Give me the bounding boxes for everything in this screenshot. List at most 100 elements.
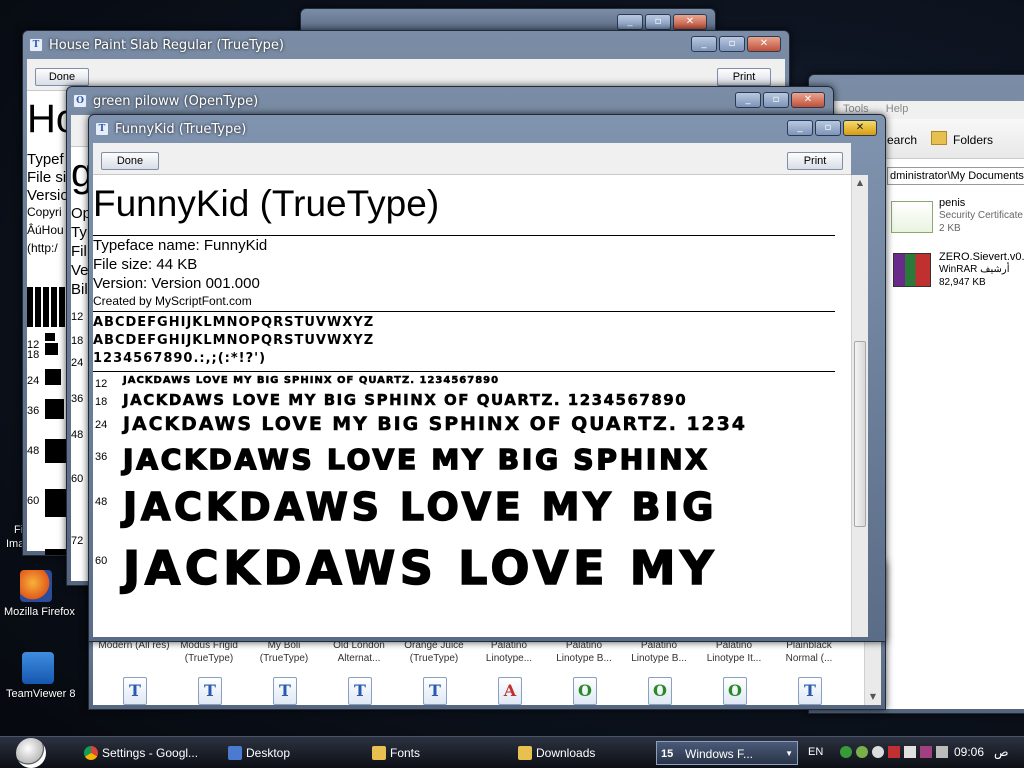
size-label: 36 bbox=[27, 405, 40, 417]
address-text: dministrator\My Documents\D bbox=[890, 170, 1024, 182]
scroll-up-icon[interactable]: ▲ bbox=[852, 175, 868, 191]
done-button[interactable]: Done bbox=[35, 68, 89, 86]
sample-text: JACKDAWS LOVE MY bbox=[122, 540, 718, 596]
size-label: 24 bbox=[95, 418, 108, 431]
font-item-label[interactable]: Palatino Linotype... bbox=[472, 639, 546, 667]
size-label: 24 bbox=[27, 375, 40, 387]
file-size: 82,947 KB bbox=[939, 277, 986, 288]
volume-icon[interactable] bbox=[936, 746, 948, 758]
font-file-icon[interactable]: O bbox=[723, 677, 747, 705]
folder-icon bbox=[372, 746, 386, 760]
scroll-down-icon[interactable]: ▼ bbox=[865, 689, 881, 705]
maximize-button[interactable]: ▫ bbox=[719, 36, 745, 52]
info-line: (http:/ bbox=[27, 241, 58, 255]
window-controls: _ ▫ ✕ bbox=[735, 92, 825, 108]
font-item-label[interactable]: My Boli (TrueType) bbox=[247, 639, 321, 667]
font-item-label[interactable]: Old London Alternat... bbox=[322, 639, 396, 667]
taskbar-item-downloads[interactable]: Downloads bbox=[516, 741, 646, 765]
taskbar-item-fonts[interactable]: Fonts bbox=[370, 741, 500, 765]
shield-icon[interactable] bbox=[904, 746, 916, 758]
font-item-label[interactable]: Palatino Linotype It... bbox=[697, 639, 771, 667]
sample-glyph bbox=[45, 343, 58, 355]
print-button[interactable]: Print bbox=[717, 68, 771, 86]
security-icon[interactable] bbox=[856, 746, 868, 758]
language-indicator[interactable]: EN bbox=[808, 746, 823, 758]
maximize-button[interactable]: ▫ bbox=[763, 92, 789, 108]
menu-help[interactable]: Help bbox=[886, 103, 909, 115]
scroll-thumb[interactable] bbox=[854, 341, 866, 527]
sample-text: JACKDAWS LOVE MY BIG SPHINX OF QUARTZ. 1… bbox=[123, 413, 747, 436]
file-type: Security Certificate bbox=[939, 210, 1023, 221]
taskbar-item-label: Fonts bbox=[390, 746, 421, 760]
minimize-button[interactable]: _ bbox=[787, 120, 813, 136]
firefox-label: Mozilla Firefox bbox=[4, 606, 75, 618]
search-label[interactable]: earch bbox=[887, 133, 917, 147]
file-item[interactable]: ZERO.Sievert.v0.2 WinRAR أرشيف 82,947 KB bbox=[891, 251, 1024, 293]
file-size: 2 KB bbox=[939, 223, 961, 234]
teamviewer-icon[interactable] bbox=[22, 652, 54, 684]
font-item-label[interactable]: Orange Juice (TrueType) bbox=[397, 639, 471, 667]
sample-text: JACKDAWS LOVE MY BIG SPHINX OF QUARTZ. 1… bbox=[123, 375, 500, 387]
font-item-label[interactable]: Palatino Linotype B... bbox=[547, 639, 621, 667]
app-tray-icon[interactable] bbox=[920, 746, 932, 758]
minimize-button[interactable]: _ bbox=[735, 92, 761, 108]
close-button[interactable]: ✕ bbox=[843, 120, 877, 136]
file-name: penis bbox=[939, 197, 966, 209]
funnykid-window[interactable]: T FunnyKid (TrueType) _ ▫ ✕ Done Print F… bbox=[88, 114, 886, 642]
glyph-strip bbox=[27, 287, 71, 327]
font-file-icon[interactable]: O bbox=[648, 677, 672, 705]
taskbar-item-label: Windows F... bbox=[685, 747, 754, 761]
update-icon[interactable] bbox=[872, 746, 884, 758]
desktop-icon bbox=[228, 746, 242, 760]
sample-glyph bbox=[45, 369, 61, 385]
address-bar[interactable]: dministrator\My Documents\D bbox=[887, 167, 1024, 185]
clock[interactable]: 09:06 bbox=[954, 745, 984, 759]
font-item-label[interactable]: Modus Frigid (TrueType) bbox=[172, 639, 246, 667]
close-button[interactable]: ✕ bbox=[747, 36, 781, 52]
sample-text: JACKDAWS LOVE MY BIG SPHINX OF QUARTZ. 1… bbox=[123, 391, 688, 410]
file-type: WinRAR أرشيف bbox=[939, 264, 1010, 275]
minimize-button[interactable]: _ bbox=[691, 36, 717, 52]
sample-rows: 12 JACKDAWS LOVE MY BIG SPHINX OF QUARTZ.… bbox=[93, 143, 835, 619]
network-icon[interactable] bbox=[840, 746, 852, 758]
close-button[interactable]: ✕ bbox=[673, 14, 707, 30]
info-line: ÂúHou bbox=[27, 223, 64, 237]
folders-label[interactable]: Folders bbox=[953, 133, 993, 147]
taskbar-item-chrome[interactable]: Settings - Googl... bbox=[82, 741, 212, 765]
sample-text: JACKDAWS LOVE MY BIG SPHINX bbox=[122, 442, 710, 477]
preview-scrollbar[interactable]: ▲ bbox=[851, 175, 868, 637]
font-file-icon[interactable]: A bbox=[498, 677, 522, 705]
firefox-icon[interactable] bbox=[20, 570, 52, 602]
minimize-button[interactable]: _ bbox=[617, 14, 643, 30]
folder-icon bbox=[518, 746, 532, 760]
font-file-icon[interactable]: T bbox=[273, 677, 297, 705]
close-button[interactable]: ✕ bbox=[791, 92, 825, 108]
maximize-button[interactable]: ▫ bbox=[645, 14, 671, 30]
taskbar-item-windows-fonts[interactable]: 15 Windows F... ▼ bbox=[656, 741, 798, 765]
size-label: 36 bbox=[71, 393, 84, 405]
winrar-icon bbox=[893, 253, 931, 287]
font-item-label[interactable]: Modern (All res) bbox=[97, 639, 171, 667]
font-file-icon[interactable]: O bbox=[573, 677, 597, 705]
info-line: Versio bbox=[27, 187, 69, 204]
font-file-icon[interactable]: T bbox=[123, 677, 147, 705]
font-item-label[interactable]: Plainblack Normal (... bbox=[772, 639, 846, 667]
sample-text: JACKDAWS LOVE MY BIG bbox=[122, 484, 718, 530]
maximize-button[interactable]: ▫ bbox=[815, 120, 841, 136]
start-button[interactable] bbox=[16, 738, 46, 768]
font-file-icon[interactable]: T bbox=[348, 677, 372, 705]
size-label: 18 bbox=[71, 335, 84, 347]
font-item-label[interactable]: Palatino Linotype B... bbox=[622, 639, 696, 667]
sample-glyph bbox=[45, 439, 67, 463]
sample-glyph bbox=[45, 399, 64, 419]
antivirus-icon[interactable] bbox=[888, 746, 900, 758]
taskbar-item-desktop[interactable]: Desktop bbox=[226, 741, 356, 765]
file-item[interactable]: penis Security Certificate 2 KB bbox=[891, 197, 1024, 239]
info-line: Ve bbox=[71, 262, 89, 279]
font-file-icon[interactable]: T bbox=[198, 677, 222, 705]
window-controls: _ ▫ ✕ bbox=[617, 14, 707, 30]
size-label: 24 bbox=[71, 357, 84, 369]
font-file-icon[interactable]: T bbox=[798, 677, 822, 705]
font-file-icon[interactable]: T bbox=[423, 677, 447, 705]
info-line: File si bbox=[27, 169, 67, 186]
